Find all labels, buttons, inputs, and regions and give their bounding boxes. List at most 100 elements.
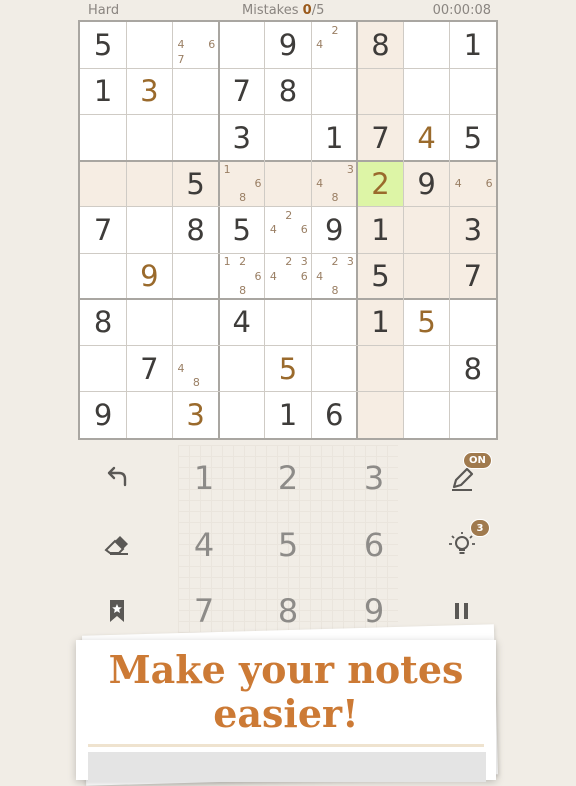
sudoku-cell[interactable]: [172, 114, 218, 160]
number-key-1[interactable]: 1: [174, 453, 234, 503]
sudoku-cell[interactable]: 24: [311, 22, 357, 68]
sudoku-cell[interactable]: [311, 346, 357, 392]
sudoku-cell[interactable]: [450, 299, 496, 345]
sudoku-cell[interactable]: 46: [449, 160, 496, 207]
sudoku-cell[interactable]: [126, 207, 172, 253]
sudoku-cell[interactable]: 4: [404, 114, 450, 160]
sudoku-cell[interactable]: [311, 299, 357, 345]
sudoku-cell[interactable]: 3: [449, 206, 496, 254]
sudoku-cell[interactable]: 3: [172, 392, 218, 438]
sudoku-cell[interactable]: 4: [219, 299, 265, 345]
sudoku-cell[interactable]: 1: [80, 68, 126, 114]
sudoku-cell[interactable]: 23 4 6: [265, 253, 311, 299]
sudoku-cell[interactable]: [450, 392, 496, 438]
sudoku-cell[interactable]: [265, 299, 311, 345]
sudoku-cell[interactable]: 1: [311, 114, 357, 160]
number-key-3[interactable]: 3: [344, 453, 404, 503]
sudoku-cell[interactable]: 1: [450, 22, 496, 68]
sudoku-cell[interactable]: [126, 299, 172, 345]
sudoku-cell[interactable]: 3: [219, 114, 265, 160]
grid-line: [264, 22, 266, 438]
sudoku-cell[interactable]: 5: [219, 207, 265, 253]
sudoku-cell[interactable]: 5: [172, 160, 219, 207]
number-key-4[interactable]: 4: [174, 520, 234, 570]
sudoku-cell[interactable]: 7: [126, 346, 172, 392]
sudoku-cell[interactable]: 5: [265, 346, 311, 392]
sudoku-cell[interactable]: 7: [357, 114, 404, 161]
sudoku-cell[interactable]: 5: [450, 114, 496, 160]
sudoku-cell[interactable]: [80, 114, 126, 160]
erase-button[interactable]: [95, 523, 139, 567]
sudoku-cell[interactable]: 7: [80, 207, 126, 253]
sudoku-cell[interactable]: 8: [450, 346, 496, 392]
box-divider: [80, 298, 496, 301]
sudoku-cell[interactable]: 9: [311, 207, 357, 253]
sudoku-cell[interactable]: 8: [172, 207, 218, 253]
sudoku-cell[interactable]: [404, 68, 450, 114]
sudoku-cell[interactable]: [357, 391, 404, 438]
sudoku-cell[interactable]: [311, 68, 357, 114]
sudoku-cell[interactable]: [80, 346, 126, 392]
sudoku-cell[interactable]: 2: [357, 160, 404, 207]
sudoku-cell[interactable]: [80, 160, 127, 207]
sudoku-cell[interactable]: [126, 22, 172, 68]
sudoku-cell[interactable]: 5: [404, 299, 450, 345]
mistakes-label: Mistakes: [242, 3, 299, 18]
sudoku-cell[interactable]: 348: [311, 160, 358, 207]
number-key-7[interactable]: 7: [174, 586, 234, 636]
sudoku-cell[interactable]: [404, 346, 450, 392]
sudoku-cell[interactable]: 8: [265, 68, 311, 114]
sudoku-cell[interactable]: 9: [403, 160, 450, 207]
sudoku-cell[interactable]: [219, 22, 265, 68]
sudoku-cell[interactable]: [265, 114, 311, 160]
sudoku-cell[interactable]: 9: [80, 392, 126, 438]
sudoku-cell[interactable]: [219, 392, 265, 438]
sudoku-cell[interactable]: 24 6: [265, 207, 311, 253]
sudoku-cell[interactable]: 2348: [311, 253, 357, 299]
sudoku-cell[interactable]: 8: [80, 299, 126, 345]
undo-button[interactable]: [95, 455, 139, 499]
sudoku-cell[interactable]: [126, 160, 173, 207]
banner-headline: Make your notes easier!: [76, 648, 496, 736]
sudoku-cell[interactable]: [404, 392, 450, 438]
hint-count-badge: 3: [470, 519, 490, 537]
sudoku-cell[interactable]: [80, 253, 126, 299]
sudoku-cell[interactable]: 9: [265, 22, 311, 68]
sudoku-cell[interactable]: 1: [265, 392, 311, 438]
cell-digit: 4: [232, 305, 251, 340]
sudoku-cell[interactable]: 3: [126, 68, 172, 114]
sudoku-cell[interactable]: [172, 68, 218, 114]
sudoku-cell[interactable]: 5: [357, 253, 404, 300]
sudoku-cell[interactable]: 1 68: [218, 160, 265, 207]
sudoku-cell[interactable]: [219, 346, 265, 392]
sudoku-cell[interactable]: 7: [449, 253, 496, 300]
sudoku-cell[interactable]: [404, 22, 450, 68]
sudoku-cell[interactable]: 9: [126, 253, 172, 299]
number-key-5[interactable]: 5: [258, 520, 318, 570]
sudoku-cell[interactable]: [403, 206, 450, 254]
sudoku-cell[interactable]: [264, 160, 312, 207]
sudoku-cell[interactable]: [357, 345, 404, 392]
cell-digit: 6: [324, 397, 344, 432]
sudoku-cell[interactable]: [126, 114, 172, 160]
sudoku-cell[interactable]: 6: [311, 392, 357, 438]
sudoku-board: 5467924811378317455168348294678524691391…: [78, 20, 498, 440]
sudoku-cell[interactable]: 48: [172, 346, 218, 392]
sudoku-cell[interactable]: 5: [80, 22, 126, 68]
sudoku-cell[interactable]: 1268: [219, 253, 265, 299]
number-key-6[interactable]: 6: [344, 520, 404, 570]
cell-note: 3: [300, 255, 308, 269]
sudoku-cell[interactable]: [357, 68, 404, 115]
sudoku-cell[interactable]: 7: [219, 68, 265, 114]
sudoku-cell[interactable]: [172, 299, 218, 345]
sudoku-cell[interactable]: [403, 253, 450, 300]
sudoku-cell[interactable]: [172, 253, 218, 299]
number-key-2[interactable]: 2: [258, 453, 318, 503]
sudoku-cell[interactable]: 1: [357, 206, 404, 254]
sudoku-cell[interactable]: [126, 392, 172, 438]
bookmark-button[interactable]: [95, 589, 139, 633]
sudoku-cell[interactable]: [450, 68, 496, 114]
sudoku-cell[interactable]: 467: [172, 22, 218, 68]
sudoku-cell[interactable]: 1: [357, 299, 404, 346]
sudoku-cell[interactable]: 8: [357, 22, 404, 69]
